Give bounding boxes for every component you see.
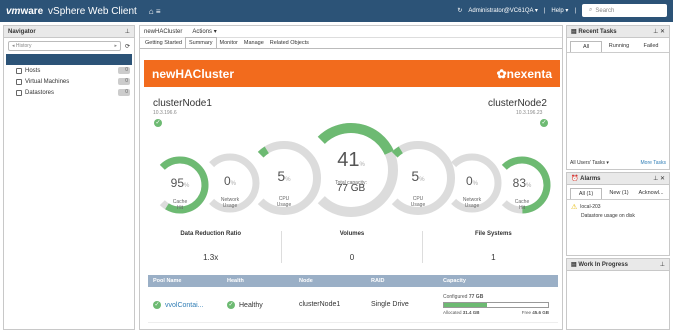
object-icon <box>16 67 22 74</box>
product-name: vSphere Web Client <box>48 5 137 17</box>
column-header[interactable]: Node <box>294 278 366 284</box>
gauge-label: Cache Hit <box>172 198 188 211</box>
stat-block: Volumes 0 <box>339 231 365 262</box>
object-icon <box>16 89 22 96</box>
tab-monitor[interactable]: Monitor <box>217 38 241 48</box>
pin-close-icon[interactable]: ⊥ ✕ <box>653 175 665 182</box>
navigator-title: Navigator <box>8 28 36 35</box>
wip-icon: ▤ <box>571 262 579 268</box>
pool-health: Healthy <box>239 301 263 309</box>
tab-summary[interactable]: Summary <box>185 37 217 48</box>
tab-manage[interactable]: Manage <box>241 38 267 48</box>
recent-tasks-title: Recent Tasks <box>578 28 617 35</box>
gauge-label: CPU Usage <box>276 196 292 209</box>
sidebar-item[interactable]: Virtual Machines 0 <box>4 76 134 87</box>
pin-close-icon[interactable]: ⊥ ✕ <box>653 28 665 35</box>
gauge-label: Network Usage <box>220 197 240 210</box>
column-header[interactable]: Pool Name <box>148 278 222 284</box>
refresh-icon[interactable]: ↻ <box>457 7 462 14</box>
banner-cluster-name: newHACluster <box>152 66 235 81</box>
gauge-label: CPU Usage <box>410 196 426 209</box>
alarm-icon: ⏰ <box>571 176 581 182</box>
gauge-value: 5% <box>411 167 425 184</box>
stat-block: Data Reduction Ratio 1.3x <box>180 231 241 262</box>
pin-icon[interactable]: ⊥ <box>660 261 665 268</box>
alarms-panel: ⏰ Alarms ⊥ ✕ All (1) New (1) Acknowl... ⚠ lo… <box>566 172 670 256</box>
nexenta-banner: newHACluster ✿nexenta <box>144 60 560 87</box>
gauge-fill <box>257 146 269 158</box>
table-row[interactable]: ✓ vvolContai... ✓ Healthy clusterNode1 Sin… <box>148 287 558 323</box>
column-header[interactable]: Capacity <box>438 278 558 284</box>
subtab[interactable]: Running <box>604 41 634 52</box>
pool-name-link[interactable]: vvolContai... <box>165 301 204 308</box>
search-input[interactable]: ⌕ Search <box>582 4 667 17</box>
count-badge: 0 <box>118 78 130 85</box>
object-tabs: Getting Started Summary Monitor Manage Relat… <box>140 37 562 49</box>
health-ok-icon: ✓ <box>227 300 235 309</box>
gauge-value: 83% <box>512 176 532 190</box>
recent-tasks-panel: ▤ Recent Tasks ⊥ ✕ All Running Failed All U… <box>566 25 670 170</box>
count-badge: 0 <box>118 89 130 96</box>
subtab[interactable]: All (1) <box>570 188 602 199</box>
object-icon <box>16 78 22 85</box>
gauge-label: Cache Hit <box>514 198 530 211</box>
pool-raid: Single Drive <box>371 301 409 308</box>
capacity-bar <box>443 302 549 308</box>
sidebar-item[interactable]: Datastores 0 <box>4 87 134 98</box>
pool-ok-icon: ✓ <box>153 300 161 309</box>
subtab[interactable]: All <box>570 41 602 52</box>
home-icon[interactable]: ⌂ ≡ <box>149 7 161 16</box>
object-title: newHACluster <box>144 28 183 35</box>
wip-title: Work In Progress <box>578 261 628 268</box>
topbar-separator: | <box>543 7 546 14</box>
gauge-value: 95% <box>170 176 190 190</box>
alarms-title: Alarms <box>580 175 601 182</box>
brand-logo: vmware vSphere Web Client <box>6 5 137 17</box>
subtab[interactable]: New (1) <box>604 188 634 199</box>
top-bar: vmware vSphere Web Client ⌂ ≡ ↻ Administ… <box>0 0 673 22</box>
search-icon: ⌕ <box>589 7 593 13</box>
pin-icon[interactable]: ⊥ <box>125 28 130 35</box>
history-dropdown[interactable]: ◂ History ▸ <box>8 41 121 51</box>
help-menu[interactable]: Help ▾ <box>551 7 568 14</box>
history-clock-icon[interactable]: ⟳ <box>125 43 130 50</box>
tab-getting-started[interactable]: Getting Started <box>142 38 185 48</box>
user-menu[interactable]: Administrator@VC61QA ▾ <box>468 7 537 14</box>
pool-table: Pool Name Health Node RAID Capacity ✓ vvolCon… <box>148 275 558 323</box>
stat-block: File Systems 1 <box>474 231 512 262</box>
gauge-label: Total capacity: 77 GB <box>335 180 367 194</box>
column-header[interactable]: Health <box>222 278 294 284</box>
gauge-value: 0% <box>223 174 237 188</box>
more-tasks-link[interactable]: More Tasks <box>641 160 666 166</box>
navigator-panel: Navigator ⊥ ◂ History ▸ ⟳ Hosts 0 Virtual Ma… <box>3 25 135 330</box>
topbar-separator-2: | <box>574 7 576 14</box>
actions-menu[interactable]: Actions ▾ <box>192 28 216 35</box>
gauge-value: 5% <box>277 167 291 184</box>
work-in-progress-panel: ▤ Work In Progress ⊥ <box>566 258 670 330</box>
gauge-fill <box>391 146 403 158</box>
alarm-item[interactable]: ⚠ local-203 Datastore usage on disk <box>567 200 669 222</box>
gauge-label: Network Usage <box>462 197 482 210</box>
tasks-filter[interactable]: All Users' Tasks ▾ <box>570 160 609 166</box>
tasks-icon: ▤ <box>571 29 579 35</box>
tab-related-objects[interactable]: Related Objects <box>267 38 312 48</box>
gauge-value: 0% <box>465 174 479 188</box>
selected-object-bar[interactable] <box>6 54 132 65</box>
subtab[interactable]: Acknowl... <box>636 188 666 199</box>
pool-node: clusterNode1 <box>299 301 341 308</box>
gauge-value: 41% <box>337 149 365 171</box>
main-panel: newHACluster Actions ▾ Getting Started Su… <box>139 25 563 330</box>
pool-capacity: Configured 77 GB Allocated 31.4 GB Free 4… <box>443 294 549 315</box>
subtab[interactable]: Failed <box>636 41 666 52</box>
column-header[interactable]: RAID <box>366 278 438 284</box>
nexenta-logo: ✿nexenta <box>496 66 552 81</box>
count-badge: 0 <box>118 67 130 74</box>
sidebar-item[interactable]: Hosts 0 <box>4 65 134 76</box>
warning-icon: ⚠ <box>571 204 578 211</box>
